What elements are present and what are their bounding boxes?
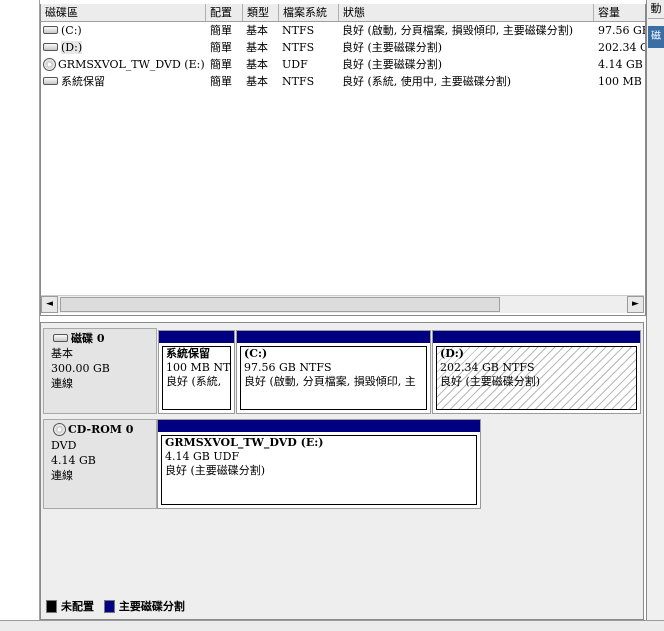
legend-label-primary: 主要磁碟分割 [118,600,185,613]
volume-filesystem: NTFS [282,75,315,88]
volume-status: 良好 (啟動, 分頁檔案, 損毀傾印, 主要磁碟分割) [342,24,574,37]
status-bar [0,620,664,631]
action-pane-selected-item[interactable]: 磁 [648,26,664,48]
disk-state: 連線 [51,377,73,390]
disk-type: 基本 [51,347,73,360]
disk-state: 連線 [51,468,73,482]
table-row[interactable]: GRMSXVOL_TW_DVD (E:) 簡單 基本 UDF 良好 (主要磁碟分… [41,56,645,73]
column-header-volume[interactable]: 磁碟區 [41,4,206,21]
scroll-right-button[interactable]: ► [627,296,644,313]
volume-list[interactable]: 磁碟區 配置 類型 檔案系統 狀態 容量 (C:) 簡單 基本 NTFS 良好 … [40,4,646,316]
disk-0-label[interactable]: 磁碟 0 基本 300.00 GB 連線 [43,328,157,414]
partition-e[interactable]: GRMSXVOL_TW_DVD (E:) 4.14 GB UDF 良好 (主要磁… [157,419,481,509]
volume-type: 基本 [246,24,268,37]
volume-layout: 簡單 [210,24,232,37]
table-row[interactable]: (C:) 簡單 基本 NTFS 良好 (啟動, 分頁檔案, 損毀傾印, 主要磁碟… [41,22,645,39]
disk-size: 300.00 GB [51,362,110,375]
volume-capacity: 100 MB [598,75,642,88]
partition-legend: 未配置 主要磁碟分割 [46,599,185,615]
horizontal-scrollbar[interactable]: ◄ ► [41,295,644,313]
volume-type: 基本 [246,41,268,54]
column-header-layout[interactable]: 配置 [206,4,243,21]
volume-capacity: 4.14 GB [598,58,643,71]
partition-name: GRMSXVOL_TW_DVD (E:) [165,436,324,449]
disk-icon [43,26,58,34]
action-pane [646,0,664,620]
column-header-type[interactable]: 類型 [243,4,279,21]
partition-color-bar [433,331,640,343]
volume-status: 良好 (主要磁碟分割) [342,58,443,71]
partition-name: (C:) [244,347,268,360]
volume-status: 良好 (系統, 使用中, 主要磁碟分割) [342,75,512,88]
volume-layout: 簡單 [210,75,232,88]
volume-capacity: 202.34 G [598,41,645,54]
disk-title: 磁碟 0 [71,332,105,345]
volume-layout: 簡單 [210,58,232,71]
volume-name: (D:) [61,41,83,54]
legend-label-unallocated: 未配置 [61,600,94,613]
partition-name: (D:) [440,347,465,360]
volume-status: 良好 (主要磁碟分割) [342,41,443,54]
partition-info: 100 MB NTF [166,361,231,374]
disk-title: CD-ROM 0 [68,423,134,436]
disk-icon [43,43,58,51]
legend-swatch-primary [103,599,115,613]
scroll-thumb[interactable] [60,297,500,312]
column-header-capacity[interactable]: 容量 [594,4,645,21]
partition-info: 97.56 GB NTFS [244,361,332,374]
action-pane-header: 動 [648,0,664,19]
cdrom-0-label[interactable]: CD-ROM 0 DVD 4.14 GB 連線 [43,419,157,509]
volume-filesystem: UDF [282,58,308,71]
partition-d[interactable]: (D:) 202.34 GB NTFS 良好 (主要磁碟分割) [432,330,641,414]
volume-capacity: 97.56 GB [598,24,645,37]
partition-name: 系統保留 [166,347,210,360]
column-header-filesystem[interactable]: 檔案系統 [279,4,339,21]
legend-swatch-unallocated [46,599,57,613]
partition-color-bar [159,331,234,343]
cdrom-icon [53,422,66,436]
disk-graphical-view[interactable]: 磁碟 0 基本 300.00 GB 連線 系統保留 100 MB NTF 良好 … [40,322,644,620]
volume-name: GRMSXVOL_TW_DVD (E:) [58,58,205,71]
disk-icon [53,334,68,342]
disk-icon [43,77,58,85]
cdrom-icon [43,57,56,71]
partition-status: 良好 (主要磁碟分割) [165,464,266,477]
partition-color-bar [237,331,430,343]
partition-status: 良好 (主要磁碟分割) [440,375,541,388]
partition-info: 4.14 GB UDF [165,450,240,463]
disk-type: DVD [51,438,77,452]
volume-filesystem: NTFS [282,41,315,54]
partition-c[interactable]: (C:) 97.56 GB NTFS 良好 (啟動, 分頁檔案, 損毀傾印, 主 [236,330,431,414]
scroll-left-button[interactable]: ◄ [41,296,58,313]
table-row[interactable]: 系統保留 簡單 基本 NTFS 良好 (系統, 使用中, 主要磁碟分割) 100… [41,73,645,90]
volume-list-header: 磁碟區 配置 類型 檔案系統 狀態 容量 [41,4,645,22]
partition-status: 良好 (啟動, 分頁檔案, 損毀傾印, 主 [244,375,416,388]
table-row[interactable]: (D:) 簡單 基本 NTFS 良好 (主要磁碟分割) 202.34 G [41,39,645,56]
console-tree-pane[interactable] [0,0,40,620]
volume-filesystem: NTFS [282,24,315,37]
volume-type: 基本 [246,75,268,88]
partition-info: 202.34 GB NTFS [440,361,535,374]
volume-name: 系統保留 [61,75,105,88]
column-header-status[interactable]: 狀態 [339,4,594,21]
volume-name: (C:) [61,24,82,37]
volume-type: 基本 [246,58,268,71]
volume-layout: 簡單 [210,41,232,54]
disk-size: 4.14 GB [51,453,96,467]
partition-color-bar [158,420,480,432]
partition-status: 良好 (系統, [166,375,222,388]
partition-system-reserved[interactable]: 系統保留 100 MB NTF 良好 (系統, [158,330,235,414]
